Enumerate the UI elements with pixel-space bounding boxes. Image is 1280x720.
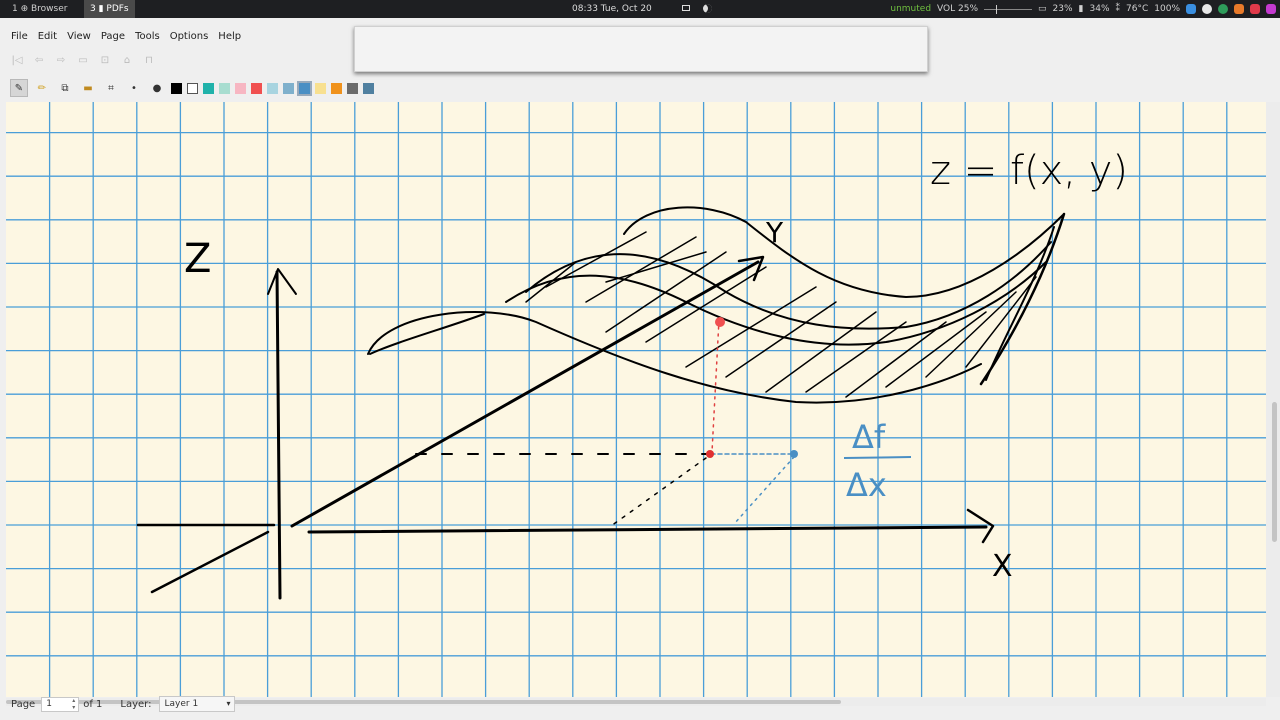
z-axis-label: Z: [184, 236, 211, 282]
color-swatch-red[interactable]: [251, 82, 262, 94]
highlighter-tool-icon[interactable]: ✏: [33, 79, 51, 97]
chevron-down-icon: ▾: [226, 699, 231, 708]
drawing-toolbar: ✎ ✏ ⧉ ▬ ⌗ • ●: [10, 79, 374, 97]
color-swatch-gray[interactable]: [347, 82, 358, 94]
select-tool-icon[interactable]: ⌗: [102, 79, 120, 97]
surface-front-edge: [367, 311, 982, 404]
color-swatch-black[interactable]: [171, 82, 182, 94]
sketch-svg: z = f(x, y) Z Y X Δf Δx: [6, 102, 1266, 697]
menu-file[interactable]: File: [6, 31, 33, 42]
volume-slider[interactable]: [984, 4, 1033, 14]
blue-diagonal-dotted: [733, 456, 795, 525]
layer-label: Layer:: [120, 698, 152, 710]
system-bar: 1 ⊕ Browser 3 ▮ PDFs 08:33 Tue, Oct 20 u…: [0, 0, 1280, 18]
workspace-pdfs[interactable]: 3 ▮ PDFs: [84, 0, 135, 18]
menu-view[interactable]: View: [62, 31, 96, 42]
cpu-usage: 23%: [1052, 4, 1073, 14]
x-axis-line: [307, 525, 988, 534]
color-swatch-lightblue[interactable]: [267, 82, 278, 94]
x-axis-label: X: [992, 549, 1013, 584]
pen-tool-icon[interactable]: ✎: [10, 79, 28, 97]
fullscreen-icon[interactable]: ⊓: [142, 55, 156, 67]
color-swatch-white[interactable]: [187, 82, 198, 94]
navigation-toolbar: |◁ ⇦ ⇨ ▭ ⊡ ⌂ ⊓: [10, 53, 156, 69]
audio-status: unmuted: [890, 4, 932, 14]
next-page-icon[interactable]: ⇨: [54, 55, 68, 67]
z-axis-line: [275, 270, 282, 600]
layer-select[interactable]: Layer 1 ▾: [159, 696, 236, 712]
surface-point-marker: [715, 317, 725, 327]
clock: 08:33 Tue, Oct 20: [572, 4, 652, 14]
menu-page[interactable]: Page: [96, 31, 130, 42]
page-count-label: of 1: [83, 698, 103, 710]
window-icon: [682, 5, 690, 11]
color-swatch-mint[interactable]: [219, 82, 230, 94]
surface-back-edge: [623, 206, 1065, 298]
extra-tray-icon[interactable]: [1266, 4, 1276, 14]
previous-page-icon[interactable]: ⇦: [32, 55, 46, 67]
menu-help[interactable]: Help: [213, 31, 246, 42]
delta-x-label: Δx: [846, 466, 887, 504]
diagonal-dash-line: [610, 457, 707, 527]
fraction-bar: [843, 456, 912, 459]
zoom-page-icon[interactable]: ⌂: [120, 55, 134, 67]
notes-tray-icon[interactable]: [1250, 4, 1260, 14]
popup-overlay: [354, 26, 928, 72]
vertical-scrollbar[interactable]: [1266, 102, 1280, 697]
first-page-icon[interactable]: |◁: [10, 55, 24, 67]
page-label: Page: [11, 698, 36, 710]
color-swatch-slate[interactable]: [363, 82, 374, 94]
color-swatch-teal[interactable]: [203, 82, 214, 94]
brightness: 100%: [1154, 4, 1180, 14]
y-axis-label: Y: [765, 216, 784, 249]
layer-select-value: Layer 1: [164, 699, 199, 709]
status-tray: unmuted VOL 25% ▭ 23% ▮ 34% ⁑ 76°C 100%: [890, 0, 1276, 18]
delta-f-label: Δf: [852, 418, 886, 456]
last-page-icon[interactable]: ▭: [76, 55, 90, 67]
temp-icon: ⁑: [1115, 4, 1121, 14]
temperature: 76°C: [1126, 4, 1149, 14]
shape-tool-icon[interactable]: ⧉: [56, 79, 74, 97]
ruler-tool-icon[interactable]: ▬: [79, 79, 97, 97]
color-swatch-steelblue[interactable]: [297, 80, 312, 96]
surface-right-edge: [979, 212, 1066, 386]
xournal-window: File Edit View Page Tools Options Help |…: [0, 18, 1280, 720]
medium-thickness-icon[interactable]: ●: [148, 79, 166, 97]
cpu-icon: ▭: [1038, 4, 1047, 14]
status-bar: Page 1 of 1 Layer: Layer 1 ▾: [0, 688, 1280, 720]
battery-level: 34%: [1089, 4, 1110, 14]
back-diagonal-line: [150, 530, 270, 594]
equation-label: z = f(x, y): [930, 148, 1128, 194]
chat-tray-icon[interactable]: [1186, 4, 1196, 14]
app-tray-icon[interactable]: [1234, 4, 1244, 14]
color-swatch-pink[interactable]: [235, 82, 246, 94]
network-tray-icon[interactable]: [1218, 4, 1228, 14]
moon-icon: [703, 4, 712, 13]
blue-point-marker: [790, 450, 798, 458]
color-swatch-yellow[interactable]: [315, 82, 326, 94]
ink-strokes: [136, 206, 1066, 600]
color-swatch-blue[interactable]: [283, 82, 294, 94]
vertical-scroll-thumb[interactable]: [1272, 402, 1277, 542]
page-number-spinner[interactable]: 1: [41, 696, 80, 712]
fine-thickness-icon[interactable]: •: [125, 79, 143, 97]
battery-icon: ▮: [1078, 4, 1084, 14]
workspace-browser[interactable]: 1 ⊕ Browser: [6, 0, 73, 18]
steam-tray-icon[interactable]: [1202, 4, 1212, 14]
volume-label: VOL 25%: [937, 4, 979, 14]
z-axis-arrowhead: [267, 268, 297, 295]
base-point-marker: [706, 450, 714, 458]
menu-options[interactable]: Options: [165, 31, 214, 42]
surface-hatching: [525, 231, 1037, 398]
menu-tools[interactable]: Tools: [130, 31, 165, 42]
zoom-fit-icon[interactable]: ⊡: [98, 55, 112, 67]
menu-edit[interactable]: Edit: [33, 31, 62, 42]
color-swatch-orange[interactable]: [331, 82, 342, 94]
drawing-canvas[interactable]: z = f(x, y) Z Y X Δf Δx: [6, 102, 1266, 697]
